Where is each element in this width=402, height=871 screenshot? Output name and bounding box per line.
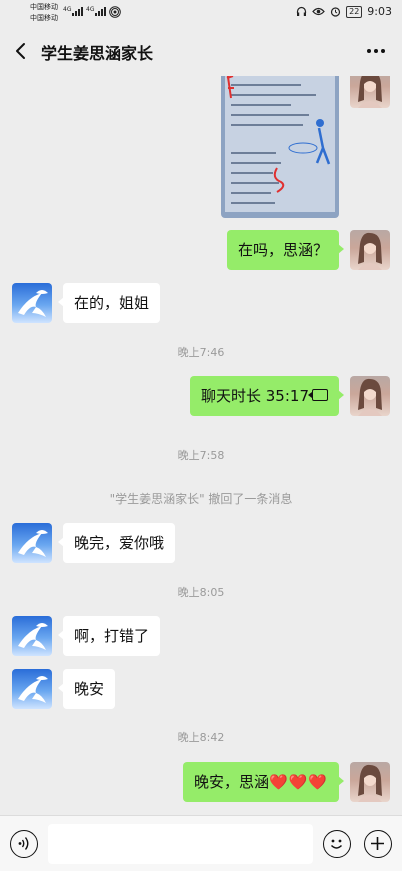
message-input[interactable] [48,824,313,864]
contact-avatar[interactable] [12,523,52,563]
nav-bar: 学生姜思涵家长 [0,26,402,76]
call-duration-label: 聊天时长 35:17 [201,387,309,405]
alarm-icon [331,7,341,17]
voice-icon[interactable] [10,830,38,858]
message-timestamp: 晚上7:46 [177,346,225,359]
plus-icon[interactable] [364,830,392,858]
message-timestamp: 晚上8:05 [177,586,225,599]
worksheet-photo [225,76,335,212]
image-message[interactable] [221,76,339,218]
more-dots-icon[interactable] [364,40,388,62]
message-bubble-received[interactable]: 啊，打错了 [57,616,161,656]
network-type-1: 4G [63,6,72,13]
chat-message-list[interactable]: 在吗，思涵？ 在的，姐姐 晚上7:46 聊天时长 35:17 晚上7:58 "学… [0,76,402,815]
hotspot-icon [109,6,121,18]
emoji-icon[interactable] [323,830,351,858]
battery-indicator: 22 [346,5,363,18]
status-right-group: 22 9:03 [296,5,392,18]
headphones-icon [297,6,307,16]
contact-avatar[interactable] [12,283,52,323]
message-bubble-received[interactable]: 晚完，爱你哦 [57,523,176,563]
message-bubble-received[interactable]: 晚安 [57,669,116,709]
carrier-label-1: 中国移动 [30,3,58,11]
message-bubble-sent[interactable]: 晚安，思涵❤️❤️❤️ [182,762,345,802]
recall-notice: "学生姜思涵家长" 撤回了一条消息 [109,492,293,506]
heart-emoji-icon: ❤️❤️❤️ [268,773,328,791]
message-timestamp: 晚上8:42 [177,731,225,744]
my-avatar[interactable] [350,376,390,416]
call-record-bubble[interactable]: 聊天时长 35:17 [190,376,344,416]
contact-avatar[interactable] [12,669,52,709]
clock: 9:03 [367,5,392,18]
my-avatar[interactable] [350,230,390,270]
eye-icon [312,7,325,16]
message-text: 晚安，思涵 [193,773,269,791]
message-bubble-sent[interactable]: 在吗，思涵？ [226,230,345,270]
chevron-left-icon[interactable] [8,37,34,65]
carrier-label-2: 中国移动 [30,14,58,22]
my-avatar[interactable] [350,762,390,802]
status-bar: 中国移动 中国移动 4G 4G 22 9:03 [0,0,402,26]
chat-title: 学生姜思涵家长 [41,44,154,63]
signal-icon-2 [95,7,106,16]
message-bubble-received[interactable]: 在的，姐姐 [57,283,161,323]
message-timestamp: 晚上7:58 [177,449,225,462]
network-type-2: 4G [86,6,95,13]
my-avatar[interactable] [350,76,390,108]
signal-icon-1 [72,7,83,16]
input-bar [0,815,402,871]
video-call-icon [308,389,328,401]
contact-avatar[interactable] [12,616,52,656]
